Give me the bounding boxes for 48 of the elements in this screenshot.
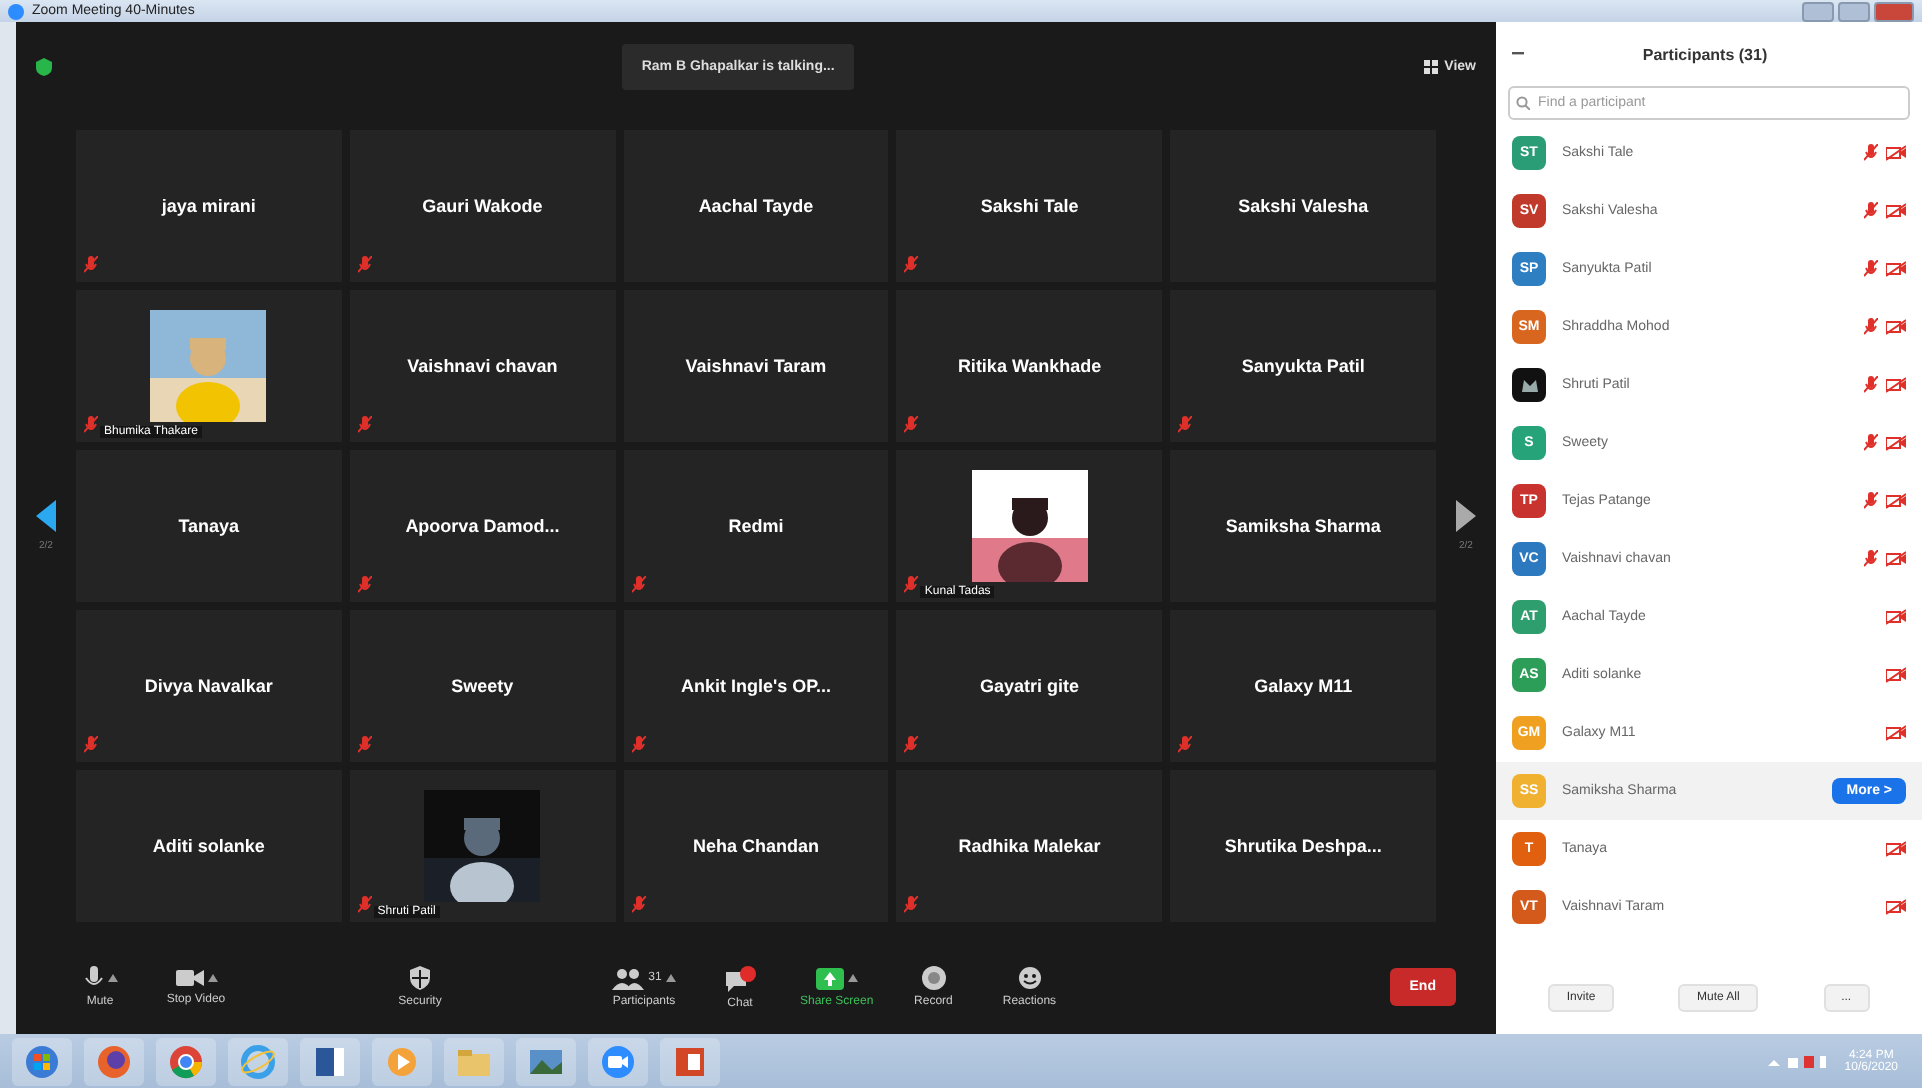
zoom-logo-icon [8,3,24,19]
participant-name: Ritika Wankhade [957,356,1102,376]
smiley-icon [1017,966,1042,990]
participant-name: Sakshi Tale [980,196,1079,216]
record-icon [921,966,946,990]
participant-name: Sakshi Valesha [1238,196,1369,216]
app-icon[interactable] [168,1043,204,1079]
tray-icons[interactable] [1768,1053,1829,1069]
participant-name: Neha Chandan [692,836,819,856]
maximize-button[interactable] [1838,1,1870,21]
app-icon[interactable] [96,1043,132,1079]
app-icon[interactable] [600,1043,636,1079]
participant-name: Tanaya [178,516,240,536]
participant-name: Vaishnavi chavan [407,356,558,376]
participant-name: Galaxy M11 [1254,676,1353,696]
participant-name: Samiksha Sharma [1225,516,1381,536]
participant-name: Apoorva Damod... [405,516,560,536]
microphone-icon [83,966,103,990]
panel-title: Participants (31) [1640,45,1770,63]
share-screen-icon [815,967,844,989]
participant-name: Radhika Malekar [958,836,1101,856]
participant-name: Vaishnavi Taram [685,356,827,376]
next-page-icon[interactable] [1456,500,1476,532]
start-button-icon[interactable] [24,1043,60,1079]
participant-name: Redmi [728,516,784,536]
participant-name: Gayatri gite [980,676,1080,696]
people-icon [612,967,645,989]
grid-icon [1424,60,1439,74]
shield-icon [36,58,52,76]
participant-name: Ankit Ingle's OP... [680,676,831,696]
video-camera-icon [175,968,203,988]
crown-icon [1521,378,1537,392]
participant-name: Divya Navalkar [144,676,273,696]
participant-name: Aachal Tayde [698,196,814,216]
participant-name: Shrutika Deshpa... [1224,836,1382,856]
previous-page-icon[interactable] [36,500,56,532]
minimize-button[interactable] [1802,1,1834,21]
app-icon[interactable] [312,1043,348,1079]
shield-icon [410,966,430,990]
close-button[interactable] [1874,1,1914,21]
participant-name: Aditi solanke [152,836,265,856]
participant-name: Sanyukta Patil [1241,356,1365,376]
participant-name: jaya mirani [161,196,256,216]
participant-name: Sweety [451,676,514,696]
participant-name: Gauri Wakode [422,196,543,216]
chat-icon [724,965,756,991]
app-icon[interactable] [672,1043,708,1079]
search-icon [1516,96,1530,110]
